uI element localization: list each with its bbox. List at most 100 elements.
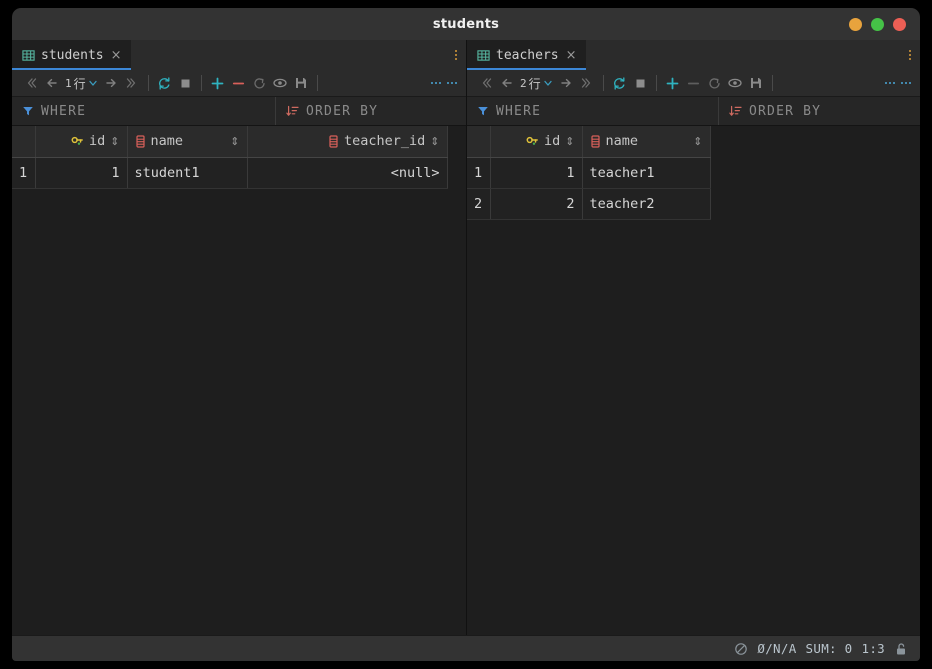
editor-split-area: students × 1 行 WHERE ORDER BY id ⇕ name …	[12, 40, 920, 635]
toolbar-divider	[147, 75, 149, 91]
primary-key-icon	[526, 135, 539, 148]
title-bar: students	[12, 8, 920, 40]
previous-page-button[interactable]	[496, 73, 517, 94]
students-filter-bar: WHERE ORDER BY	[12, 97, 466, 126]
teachers-filter-bar: WHERE ORDER BY	[467, 97, 920, 126]
table-row[interactable]: 1 1 teacher1	[467, 157, 711, 189]
teachers-tab-strip: teachers ×	[467, 40, 920, 70]
circle-slash-icon[interactable]	[734, 642, 748, 656]
students-panel: students × 1 行 WHERE ORDER BY id ⇕ name …	[12, 40, 467, 635]
window-controls	[849, 8, 906, 40]
tab-students[interactable]: students ×	[12, 40, 131, 70]
cell-name[interactable]: teacher1	[582, 157, 711, 189]
table-row[interactable]: 2 2 teacher2	[467, 188, 711, 220]
tab-strip-spacer	[586, 40, 905, 70]
sort-indicator-icon[interactable]: ⇕	[230, 136, 239, 147]
cell-id[interactable]: 1	[35, 157, 128, 189]
stop-button[interactable]	[630, 73, 651, 94]
table-icon	[477, 49, 490, 62]
students-table: id ⇕ name ⇕ teacher_id ⇕ 1 1 student1 <n…	[12, 126, 448, 189]
column-header-name[interactable]: name ⇕	[127, 126, 248, 158]
aggregate-status: Ø/N/A	[757, 641, 797, 656]
next-page-button[interactable]	[101, 73, 122, 94]
first-page-button[interactable]	[475, 73, 496, 94]
close-icon[interactable]: ×	[565, 49, 577, 62]
toolbar-divider	[200, 75, 202, 91]
column-header-name[interactable]: name ⇕	[582, 126, 711, 158]
primary-key-icon	[71, 135, 84, 148]
column-header-id[interactable]: id ⇕	[35, 126, 128, 158]
toolbar-overflow-button[interactable]	[882, 82, 898, 84]
row-count-selector[interactable]: 2 行	[517, 75, 556, 92]
cell-name[interactable]: student1	[127, 157, 248, 189]
column-icon	[328, 135, 339, 148]
filter-icon	[477, 105, 489, 117]
where-filter-input[interactable]: WHERE	[467, 97, 719, 125]
add-row-button[interactable]	[662, 73, 683, 94]
order-by-filter-input[interactable]: ORDER BY	[719, 97, 920, 125]
column-header-teacher-id[interactable]: teacher_id ⇕	[247, 126, 448, 158]
previous-page-button[interactable]	[41, 73, 62, 94]
first-page-button[interactable]	[20, 73, 41, 94]
reload-button[interactable]	[154, 73, 175, 94]
next-page-button[interactable]	[556, 73, 577, 94]
tab-options-button[interactable]	[905, 40, 920, 70]
database-table-window: students students × 1 行 WHERE ORDER BY i…	[12, 8, 920, 661]
where-filter-input[interactable]: WHERE	[12, 97, 276, 125]
close-button[interactable]	[893, 17, 906, 31]
sort-icon	[286, 105, 299, 117]
revert-changes-button[interactable]	[249, 73, 270, 94]
commit-button[interactable]	[746, 73, 767, 94]
tab-label: teachers	[496, 47, 559, 63]
unlock-icon[interactable]	[894, 642, 908, 656]
row-number: 1	[467, 157, 491, 189]
tab-options-button[interactable]	[451, 40, 466, 70]
maximize-button[interactable]	[871, 17, 884, 31]
cell-id[interactable]: 2	[490, 188, 583, 220]
cell-name[interactable]: teacher2	[582, 188, 711, 220]
tab-teachers[interactable]: teachers ×	[467, 40, 586, 70]
column-header-id[interactable]: id ⇕	[490, 126, 583, 158]
sort-indicator-icon[interactable]: ⇕	[110, 136, 119, 147]
table-header-row: id ⇕	[12, 126, 448, 158]
sum-status: SUM: 0	[805, 641, 853, 656]
cell-teacher-id[interactable]: <null>	[247, 157, 448, 189]
vertical-dots-icon	[455, 50, 457, 60]
reload-button[interactable]	[609, 73, 630, 94]
tab-label: students	[41, 47, 104, 63]
commit-button[interactable]	[291, 73, 312, 94]
cell-id[interactable]: 1	[490, 157, 583, 189]
toolbar-divider	[602, 75, 604, 91]
sort-indicator-icon[interactable]: ⇕	[693, 136, 702, 147]
teachers-toolbar: 2 行	[467, 70, 920, 97]
stop-button[interactable]	[175, 73, 196, 94]
delete-row-button[interactable]	[683, 73, 704, 94]
where-label: WHERE	[496, 103, 542, 119]
revert-changes-button[interactable]	[704, 73, 725, 94]
students-tab-strip: students ×	[12, 40, 466, 70]
table-row[interactable]: 1 1 student1 <null>	[12, 157, 448, 189]
order-by-filter-input[interactable]: ORDER BY	[276, 97, 466, 125]
delete-row-button[interactable]	[228, 73, 249, 94]
column-name: name	[605, 133, 639, 150]
toolbar-extra-overflow-button[interactable]	[444, 82, 460, 84]
sort-indicator-icon[interactable]: ⇕	[565, 136, 574, 147]
teachers-grid: id ⇕ name ⇕ 1 1 teacher1 2 2 teacher2	[467, 126, 920, 635]
row-count-selector[interactable]: 1 行	[62, 75, 101, 92]
sort-indicator-icon[interactable]: ⇕	[430, 136, 439, 147]
last-page-button[interactable]	[122, 73, 143, 94]
filter-icon	[22, 105, 34, 117]
vertical-dots-icon	[909, 50, 911, 60]
last-page-button[interactable]	[577, 73, 598, 94]
column-icon	[135, 135, 146, 148]
add-row-button[interactable]	[207, 73, 228, 94]
students-toolbar: 1 行	[12, 70, 466, 97]
close-icon[interactable]: ×	[110, 49, 122, 62]
status-bar: Ø/N/A SUM: 0 1:3	[12, 635, 920, 661]
minimize-button[interactable]	[849, 17, 862, 31]
preview-changes-button[interactable]	[270, 73, 291, 94]
row-count-value: 2	[520, 76, 527, 90]
toolbar-overflow-button[interactable]	[428, 82, 444, 84]
toolbar-extra-overflow-button[interactable]	[898, 82, 914, 84]
preview-changes-button[interactable]	[725, 73, 746, 94]
